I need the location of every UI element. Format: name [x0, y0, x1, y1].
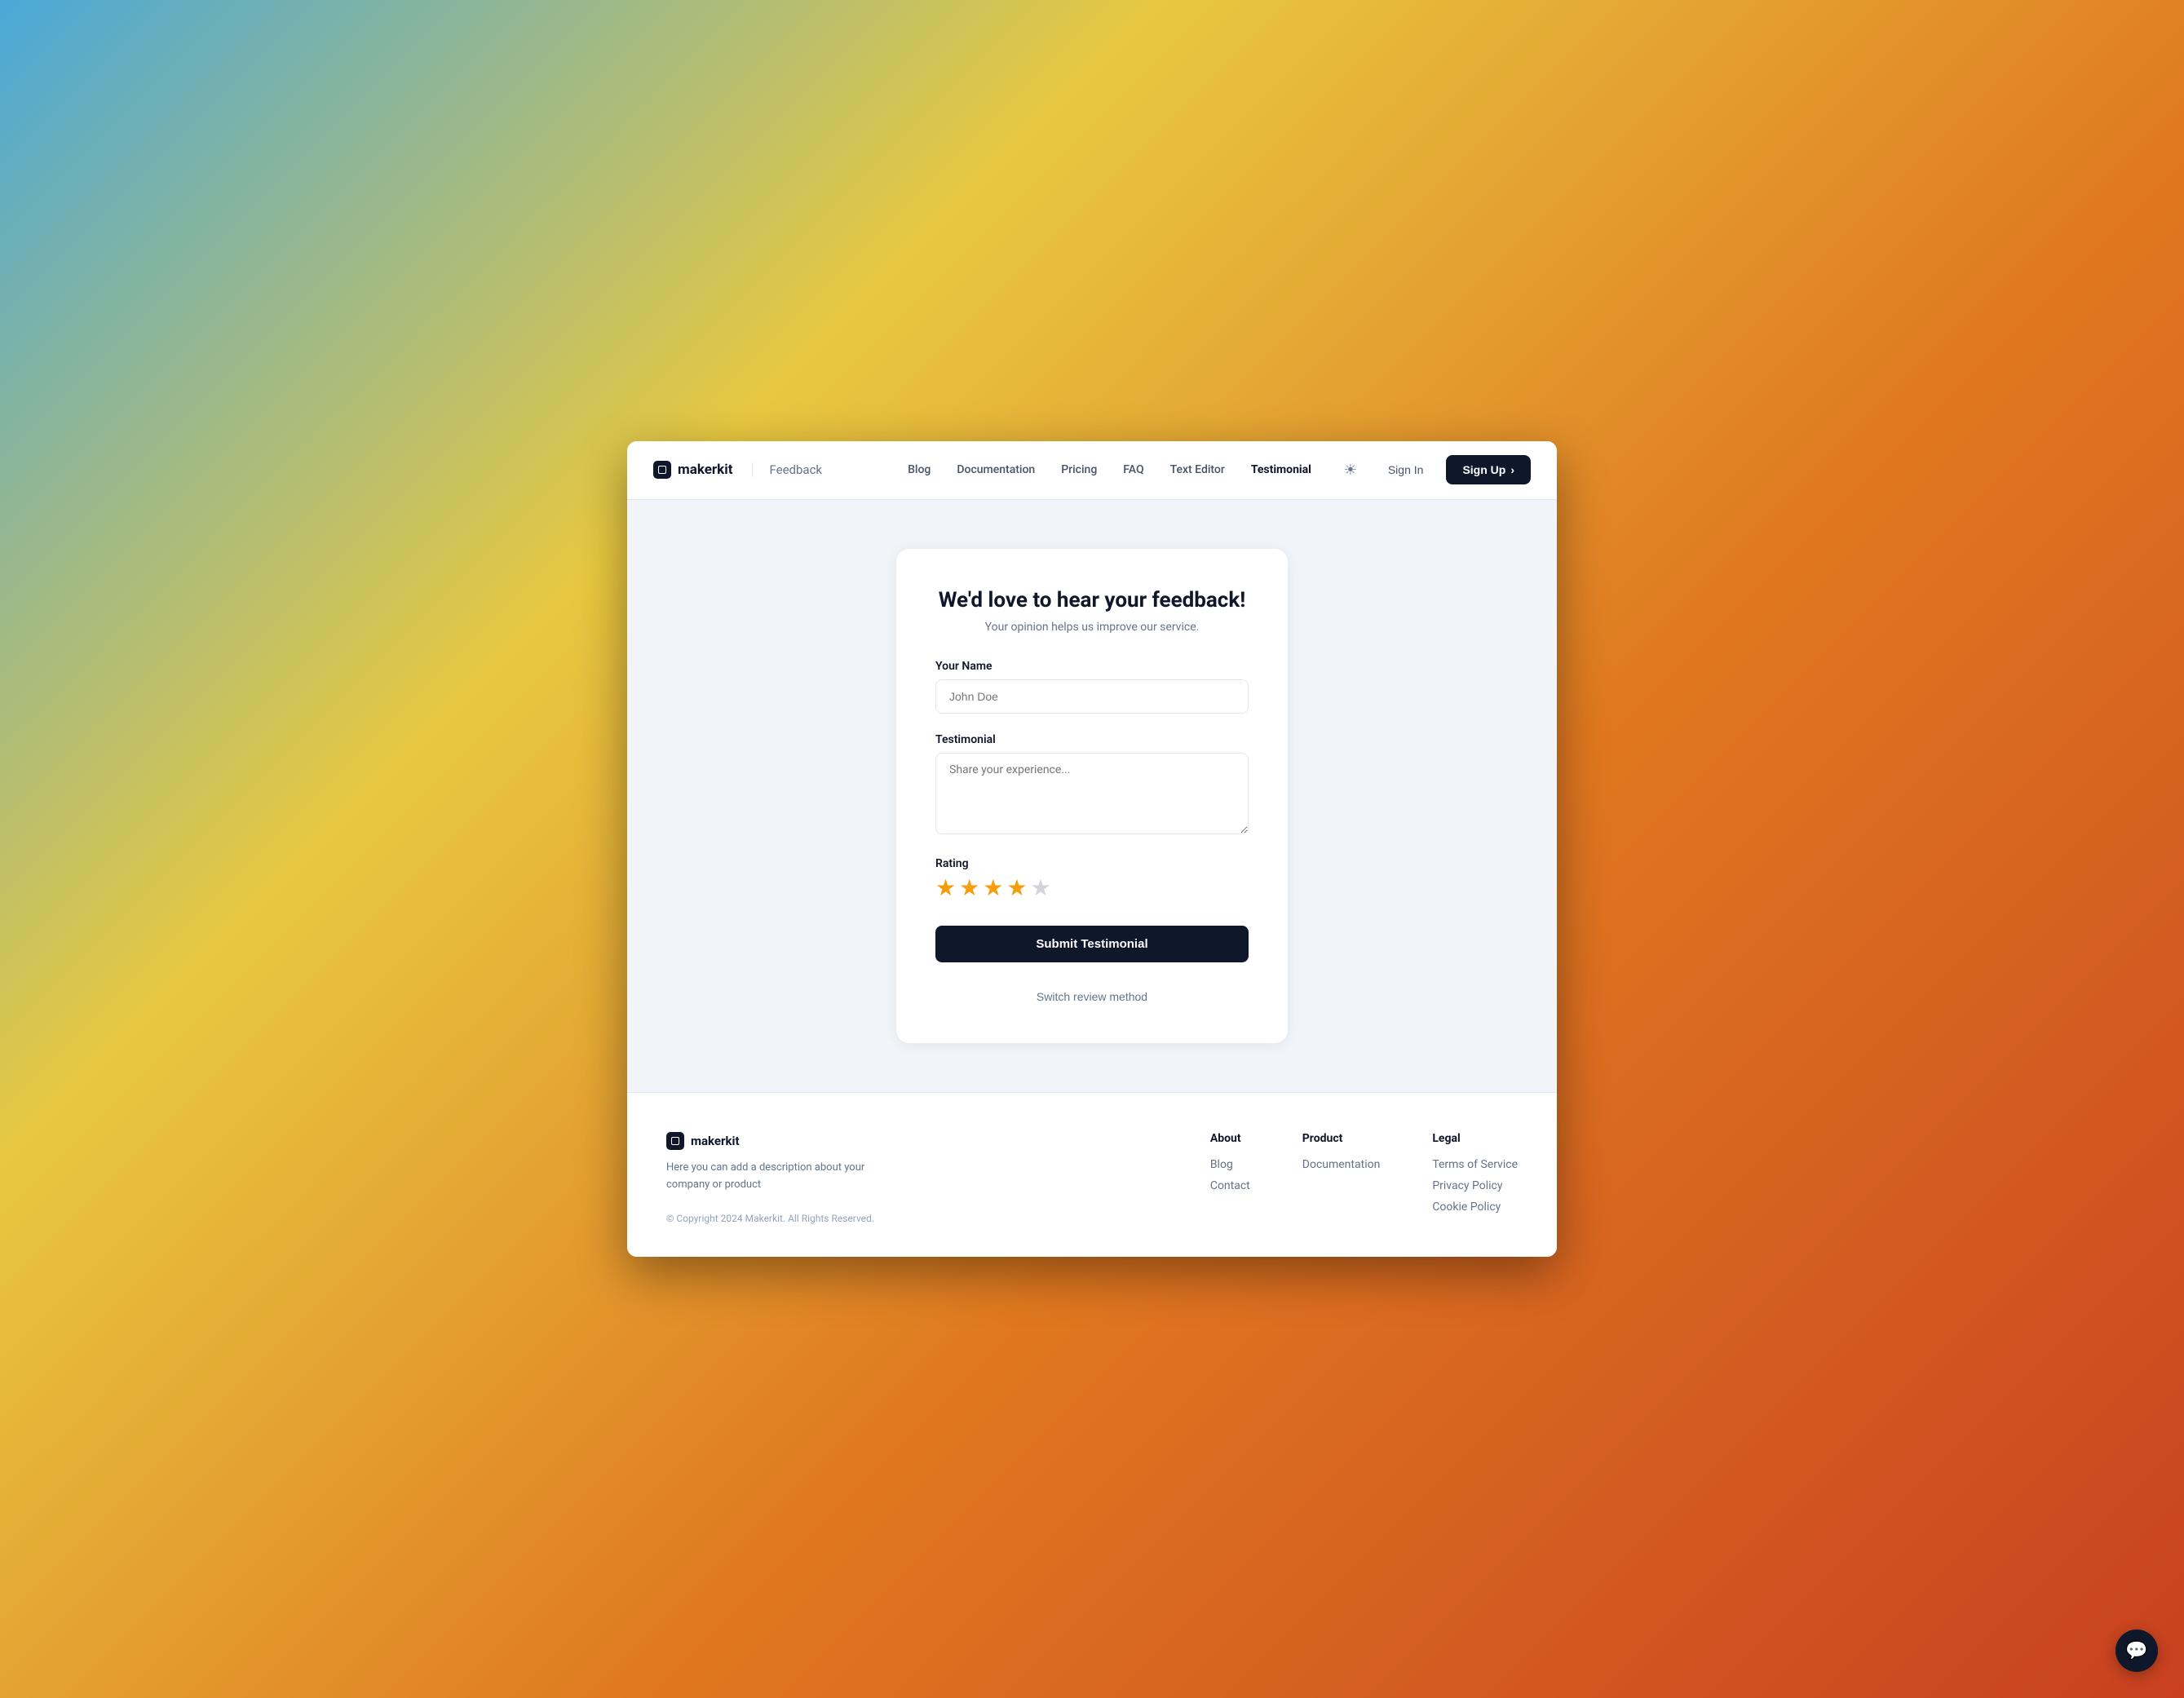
chat-widget-button[interactable]: 💬: [2115, 1629, 2158, 1672]
footer-description: Here you can add a description about you…: [666, 1160, 878, 1194]
footer-inner: makerkit Here you can add a description …: [666, 1132, 1518, 1225]
name-input[interactable]: [935, 679, 1249, 714]
nav-blog[interactable]: Blog: [896, 457, 942, 483]
chat-icon: 💬: [2125, 1641, 2147, 1661]
sign-in-button[interactable]: Sign In: [1375, 457, 1437, 483]
footer-link-documentation[interactable]: Documentation: [1302, 1158, 1381, 1171]
footer-col-about-title: About: [1210, 1132, 1250, 1145]
theme-toggle-button[interactable]: ☀: [1336, 455, 1365, 484]
brand: makerkit: [653, 461, 732, 479]
star-4[interactable]: ★: [1006, 877, 1027, 900]
submit-testimonial-button[interactable]: Submit Testimonial: [935, 926, 1249, 962]
name-label: Your Name: [935, 660, 1249, 673]
footer-links: About Blog Contact Product Documentation…: [1210, 1132, 1518, 1222]
sun-icon: ☀: [1344, 462, 1357, 479]
testimonial-label: Testimonial: [935, 733, 1249, 746]
footer-brand: makerkit Here you can add a description …: [666, 1132, 1178, 1225]
navbar: makerkit Feedback Blog Documentation Pri…: [627, 441, 1557, 500]
footer-copyright: © Copyright 2024 Makerkit. All Rights Re…: [666, 1213, 1178, 1224]
footer-logo-name: makerkit: [691, 1134, 740, 1148]
nav-actions: ☀ Sign In Sign Up ›: [1336, 455, 1531, 484]
rating-label: Rating: [935, 857, 1249, 870]
footer-link-terms[interactable]: Terms of Service: [1432, 1158, 1518, 1171]
nav-faq[interactable]: FAQ: [1112, 457, 1155, 483]
footer-col-legal-title: Legal: [1432, 1132, 1518, 1145]
footer-link-cookie[interactable]: Cookie Policy: [1432, 1201, 1518, 1214]
star-2[interactable]: ★: [959, 877, 979, 900]
footer-link-privacy[interactable]: Privacy Policy: [1432, 1179, 1518, 1192]
testimonial-field-group: Testimonial: [935, 733, 1249, 838]
sign-up-button[interactable]: Sign Up ›: [1446, 455, 1531, 484]
switch-method-container: Switch review method: [935, 988, 1249, 1004]
current-page-label: Feedback: [752, 462, 822, 477]
logo-icon-inner: [658, 466, 666, 474]
footer-logo-icon: [666, 1132, 684, 1150]
main-content: We'd love to hear your feedback! Your op…: [627, 500, 1557, 1092]
chevron-right-icon: ›: [1510, 463, 1514, 476]
nav-links: Blog Documentation Pricing FAQ Text Edit…: [896, 457, 1323, 483]
footer-link-contact[interactable]: Contact: [1210, 1179, 1250, 1192]
nav-testimonial[interactable]: Testimonial: [1240, 457, 1323, 483]
star-1[interactable]: ★: [935, 877, 956, 900]
logo-icon: [653, 461, 671, 479]
nav-documentation[interactable]: Documentation: [945, 457, 1046, 483]
textarea-wrapper: [935, 753, 1249, 838]
browser-window: makerkit Feedback Blog Documentation Pri…: [627, 441, 1557, 1258]
card-subtitle: Your opinion helps us improve our servic…: [935, 621, 1249, 634]
feedback-card: We'd love to hear your feedback! Your op…: [896, 549, 1288, 1043]
rating-group: Rating ★ ★ ★ ★ ★: [935, 857, 1249, 900]
footer-link-blog[interactable]: Blog: [1210, 1158, 1250, 1171]
footer-col-product: Product Documentation: [1302, 1132, 1381, 1222]
nav-text-editor[interactable]: Text Editor: [1159, 457, 1236, 483]
footer-col-about: About Blog Contact: [1210, 1132, 1250, 1222]
footer-logo-icon-inner: [671, 1137, 679, 1145]
star-3[interactable]: ★: [983, 877, 1003, 900]
footer-col-product-title: Product: [1302, 1132, 1381, 1145]
sign-up-label: Sign Up: [1462, 463, 1505, 476]
testimonial-textarea[interactable]: [935, 753, 1249, 834]
star-5[interactable]: ★: [1030, 877, 1050, 900]
card-title: We'd love to hear your feedback!: [935, 588, 1249, 612]
switch-review-method-button[interactable]: Switch review method: [1037, 990, 1147, 1003]
footer-col-legal: Legal Terms of Service Privacy Policy Co…: [1432, 1132, 1518, 1222]
name-field-group: Your Name: [935, 660, 1249, 714]
footer: makerkit Here you can add a description …: [627, 1092, 1557, 1258]
nav-pricing[interactable]: Pricing: [1050, 457, 1108, 483]
footer-logo: makerkit: [666, 1132, 1178, 1150]
logo-text: makerkit: [678, 462, 732, 478]
rating-stars: ★ ★ ★ ★ ★: [935, 877, 1249, 900]
